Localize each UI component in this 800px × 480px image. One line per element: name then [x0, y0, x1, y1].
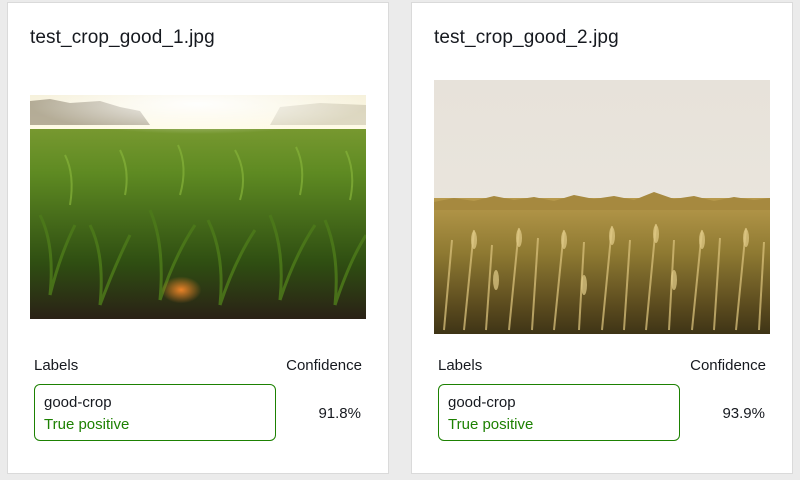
corn-field-image	[30, 95, 366, 319]
label-status: True positive	[448, 416, 534, 433]
wheat-field-photo	[434, 80, 770, 334]
label-status: True positive	[44, 416, 130, 433]
corn-field-photo	[30, 95, 366, 319]
label-result-box: good-crop True positive	[438, 384, 680, 441]
image-file-name: test_crop_good_2.jpg	[434, 27, 619, 48]
confidence-column-header: Confidence	[690, 357, 766, 374]
image-file-name: test_crop_good_1.jpg	[30, 27, 215, 48]
labels-column-header: Labels	[34, 357, 79, 374]
confidence-value: 93.9%	[722, 405, 765, 422]
image-result-card: test_crop_good_1.jpg Labels Confidence g…	[7, 2, 389, 474]
label-name: good-crop	[44, 394, 112, 411]
label-result-box: good-crop True positive	[34, 384, 276, 441]
wheat-field-image	[434, 80, 770, 334]
label-name: good-crop	[448, 394, 516, 411]
confidence-column-header: Confidence	[286, 357, 362, 374]
confidence-value: 91.8%	[318, 405, 361, 422]
image-result-card: test_crop_good_2.jpg Labels Confidence g…	[411, 2, 793, 474]
labels-column-header: Labels	[438, 357, 483, 374]
